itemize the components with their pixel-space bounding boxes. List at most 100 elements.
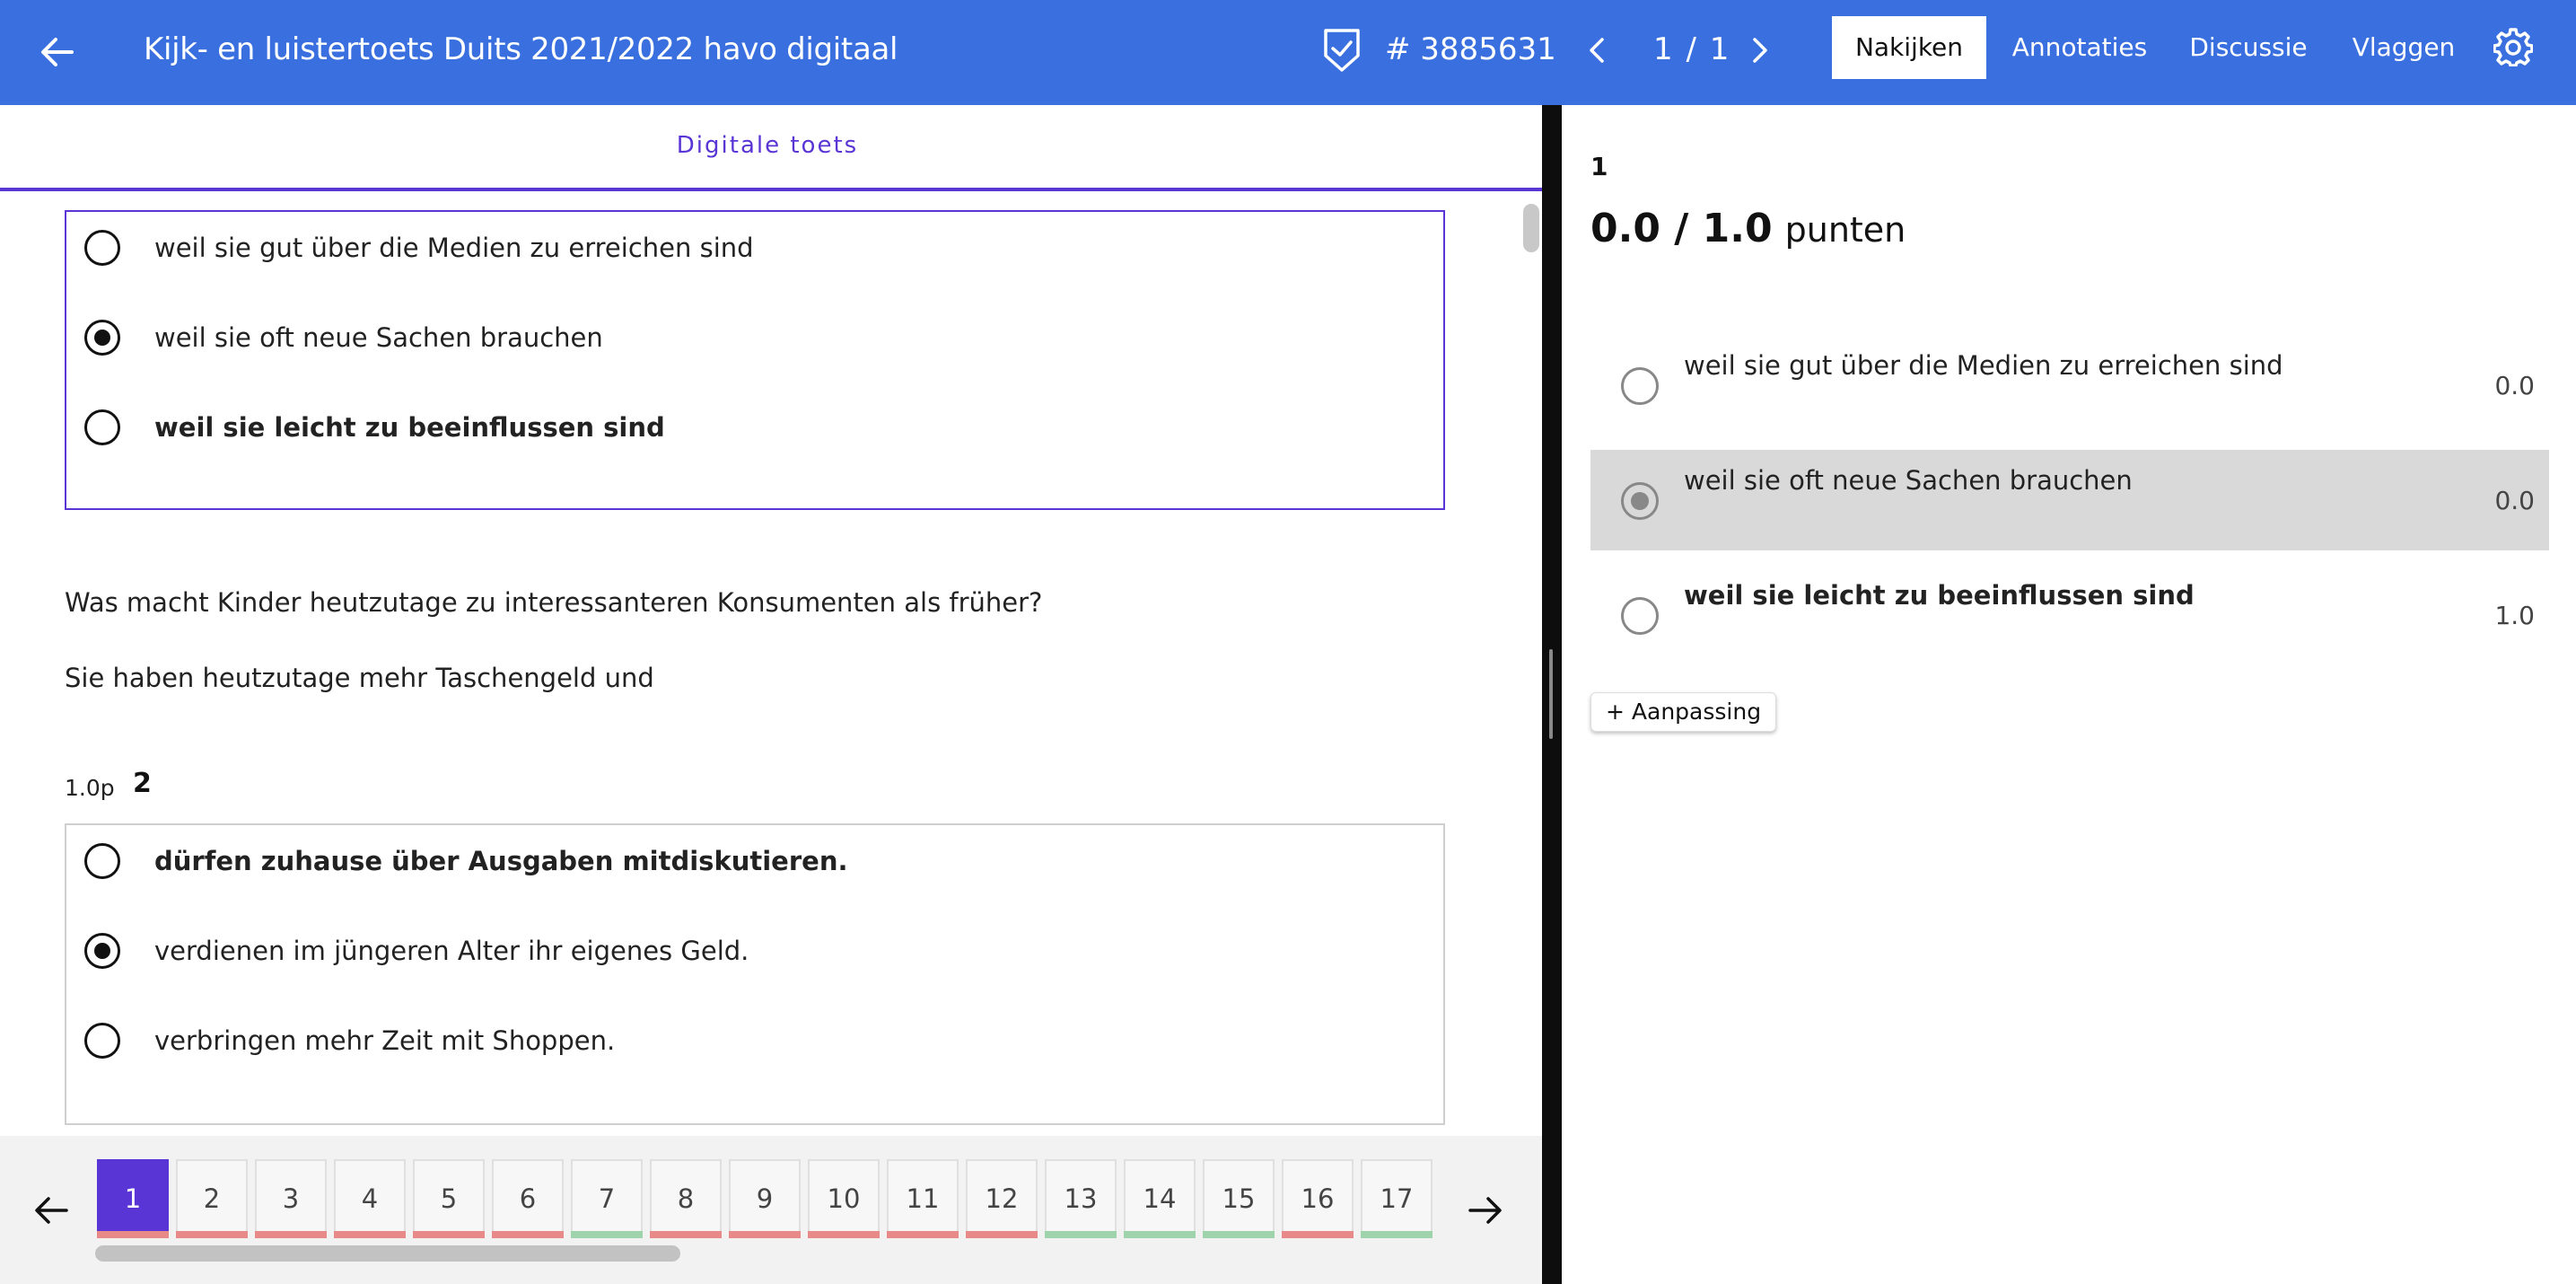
question-nav-item[interactable]: 8: [650, 1159, 722, 1238]
radio-button[interactable]: [1621, 597, 1659, 635]
grading-option-text: weil sie oft neue Sachen brauchen: [1684, 465, 2133, 496]
question-nav-item[interactable]: 4: [334, 1159, 406, 1238]
question-status-bar: [413, 1231, 485, 1238]
vertical-scrollbar[interactable]: [1523, 204, 1539, 252]
grading-option-points: 1.0: [2494, 601, 2535, 630]
question-nav-label: 13: [1064, 1183, 1098, 1214]
radio-button[interactable]: [1621, 482, 1659, 520]
question-nav-item[interactable]: 14: [1124, 1159, 1196, 1238]
resize-handle[interactable]: [1549, 649, 1553, 739]
question-nav-label: 7: [598, 1183, 616, 1214]
question-2-options: dürfen zuhause über Ausgaben mitdiskutie…: [65, 823, 1445, 1125]
top-bar: Kijk- en luistertoets Duits 2021/2022 ha…: [0, 0, 2576, 105]
radio-button[interactable]: [84, 933, 120, 969]
question-nav-item[interactable]: 7: [571, 1159, 643, 1238]
radio-button[interactable]: [84, 1023, 120, 1059]
question-nav-item[interactable]: 3: [255, 1159, 327, 1238]
tab-nakijken[interactable]: Nakijken: [1832, 16, 1986, 79]
tab-digitale-toets-label: Digitale toets: [676, 132, 859, 159]
score-display: 0.0 / 1.0 punten: [1590, 202, 1906, 257]
question-status-bar: [729, 1231, 801, 1238]
question-nav-label: 2: [203, 1183, 221, 1214]
tab-vlaggen[interactable]: Vlaggen: [2341, 16, 2466, 79]
question-nav-item[interactable]: 15: [1203, 1159, 1275, 1238]
shield-check-icon: [1324, 29, 1360, 72]
radio-button[interactable]: [84, 230, 120, 266]
question-nav-label: 8: [677, 1183, 695, 1214]
question-nav-item[interactable]: 1: [97, 1159, 169, 1238]
answer-option-text: weil sie oft neue Sachen brauchen: [154, 322, 603, 353]
grading-option[interactable]: weil sie gut über die Medien zu erreiche…: [1590, 335, 2549, 435]
question-nav-item[interactable]: 12: [966, 1159, 1038, 1238]
question-nav-label: 9: [756, 1183, 774, 1214]
question-status-bar: [1124, 1231, 1196, 1238]
radio-button[interactable]: [84, 843, 120, 879]
tab-discussie[interactable]: Discussie: [2172, 16, 2325, 79]
horizontal-scrollbar[interactable]: [95, 1245, 680, 1262]
question-status-bar: [966, 1231, 1038, 1238]
radio-button[interactable]: [84, 409, 120, 445]
score-unit: punten: [1784, 210, 1906, 250]
answer-option-text: verbringen mehr Zeit mit Shoppen.: [154, 1025, 616, 1056]
chevron-right-icon[interactable]: [1741, 32, 1777, 68]
question-nav-label: 16: [1301, 1183, 1335, 1214]
grading-option[interactable]: weil sie oft neue Sachen brauchen 0.0: [1590, 450, 2549, 550]
question-nav-label: 3: [282, 1183, 300, 1214]
pane-divider[interactable]: [1542, 105, 1562, 1284]
question-nav-item[interactable]: 6: [492, 1159, 564, 1238]
chevron-left-icon[interactable]: [1580, 32, 1616, 68]
tab-annotaties[interactable]: Annotaties: [2003, 16, 2156, 79]
question-status-bar: [571, 1231, 643, 1238]
grading-option[interactable]: weil sie leicht zu beeinflussen sind 1.0: [1590, 565, 2549, 665]
question-nav-item[interactable]: 16: [1282, 1159, 1354, 1238]
question-1-options: weil sie gut über die Medien zu erreiche…: [65, 210, 1445, 510]
question-status-bar: [1361, 1231, 1433, 1238]
grading-option-points: 0.0: [2494, 486, 2535, 515]
grading-option-points: 0.0: [2494, 371, 2535, 400]
question-nav-item[interactable]: 13: [1045, 1159, 1117, 1238]
student-answer-pane: Digitale toets weil sie gut über die Med…: [0, 105, 1542, 1284]
grading-question-number: 1: [1590, 152, 1608, 181]
add-adjustment-button[interactable]: + Aanpassing: [1590, 692, 1777, 732]
question-nav-label: 15: [1222, 1183, 1256, 1214]
radio-button[interactable]: [84, 320, 120, 356]
submission-id: # 3885631: [1385, 31, 1556, 67]
question-status-bar: [1282, 1231, 1354, 1238]
grading-pane: 1 0.0 / 1.0 punten weil sie gut über die…: [1562, 105, 2576, 1284]
gear-icon[interactable]: [2493, 27, 2533, 66]
question-points: 1.0p: [65, 775, 115, 801]
question-navigator: 1 2 3 4 5 6 7 8 9 10 11 12 13 14 15 16 17: [0, 1136, 1542, 1284]
question-status-bar: [97, 1231, 169, 1238]
question-nav-label: 1: [124, 1183, 142, 1214]
question-nav-label: 5: [440, 1183, 458, 1214]
submission-pager: 1 / 1: [1653, 31, 1731, 67]
back-arrow-icon[interactable]: [36, 31, 79, 74]
question-status-bar: [887, 1231, 959, 1238]
answer-option-text: dürfen zuhause über Ausgaben mitdiskutie…: [154, 846, 848, 876]
question-nav-item[interactable]: 17: [1361, 1159, 1433, 1238]
question-nav-item[interactable]: 10: [808, 1159, 880, 1238]
question-status-bar: [650, 1231, 722, 1238]
question-nav-label: 12: [985, 1183, 1019, 1214]
question-status-bar: [1045, 1231, 1117, 1238]
question-nav-item[interactable]: 5: [413, 1159, 485, 1238]
answer-option-text: weil sie leicht zu beeinflussen sind: [154, 412, 665, 443]
question-status-bar: [176, 1231, 248, 1238]
question-number: 2: [133, 768, 152, 799]
question-nav-label: 10: [827, 1183, 861, 1214]
arrow-left-icon[interactable]: [31, 1190, 72, 1231]
radio-button[interactable]: [1621, 367, 1659, 405]
arrow-right-icon[interactable]: [1465, 1190, 1506, 1231]
question-nav-label: 4: [361, 1183, 379, 1214]
page-title: Kijk- en luistertoets Duits 2021/2022 ha…: [144, 31, 898, 67]
question-nav-item[interactable]: 11: [887, 1159, 959, 1238]
question-nav-item[interactable]: 9: [729, 1159, 801, 1238]
question-status-bar: [492, 1231, 564, 1238]
answer-option-text: weil sie gut über die Medien zu erreiche…: [154, 233, 754, 263]
grading-option-text: weil sie leicht zu beeinflussen sind: [1684, 580, 2195, 611]
question-2-stem: Sie haben heutzutage mehr Taschengeld un…: [65, 663, 654, 693]
tab-digitale-toets[interactable]: Digitale toets: [0, 105, 1542, 191]
question-nav-label: 17: [1380, 1183, 1414, 1214]
question-nav-item[interactable]: 2: [176, 1159, 248, 1238]
question-status-bar: [255, 1231, 327, 1238]
